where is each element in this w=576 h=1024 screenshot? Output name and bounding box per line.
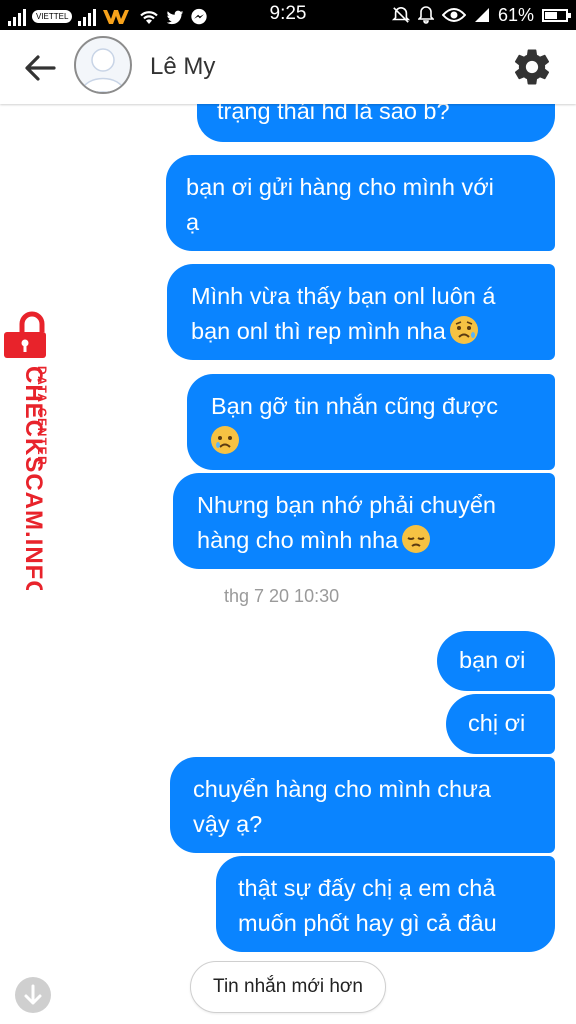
message-bubble[interactable]: Bạn gỡ tin nhắn cũng được bbox=[187, 374, 555, 470]
message-text: Nhưng bạn nhớ phải chuyển hàng cho mình … bbox=[197, 492, 496, 553]
alarm-off-icon bbox=[391, 6, 410, 23]
arrow-down-icon bbox=[24, 984, 42, 1005]
message-text: bạn ơi gửi hàng cho mình với ạ bbox=[186, 174, 494, 235]
message-bubble[interactable]: chuyển hàng cho mình chưa vậy ạ? bbox=[170, 757, 555, 853]
message-text: thật sự đấy chị ạ em chả muốn phốt hay g… bbox=[238, 875, 497, 936]
watermark: CHECKSCAM.INFO DATA CENTER bbox=[0, 310, 64, 590]
gear-icon bbox=[514, 49, 550, 85]
battery-icon bbox=[542, 8, 571, 22]
pensive-face-icon bbox=[402, 525, 431, 553]
watermark-line1: DATA CENTER bbox=[35, 366, 49, 466]
battery-fill bbox=[545, 11, 557, 19]
eye-icon bbox=[441, 8, 466, 22]
battery-percent: 61% bbox=[497, 4, 534, 25]
scroll-down-button[interactable] bbox=[15, 977, 51, 1013]
message-text: chuyển hàng cho mình chưa vậy ạ? bbox=[193, 776, 491, 837]
default-avatar-icon bbox=[81, 48, 125, 92]
crying-face-icon bbox=[211, 426, 239, 454]
lock-icon bbox=[4, 311, 46, 358]
newer-messages-button[interactable]: Tin nhắn mới hơn bbox=[190, 961, 386, 1013]
message-bubble[interactable]: chị ơi bbox=[446, 694, 555, 754]
message-text: bạn ơi bbox=[459, 647, 526, 673]
message-bubble[interactable]: bạn ơi bbox=[437, 631, 555, 691]
avatar[interactable] bbox=[74, 36, 132, 94]
message-bubble[interactable]: Nhưng bạn nhớ phải chuyển hàng cho mình … bbox=[173, 473, 555, 569]
bell-icon bbox=[417, 6, 434, 24]
message-text: Bạn gỡ tin nhắn cũng được bbox=[211, 393, 498, 419]
network-icon bbox=[474, 8, 489, 22]
settings-button[interactable] bbox=[511, 46, 553, 88]
back-button[interactable] bbox=[20, 48, 60, 88]
watermark-text: CHECKSCAM.INFO DATA CENTER bbox=[20, 366, 49, 590]
message-bubble[interactable]: bạn ơi gửi hàng cho mình với ạ bbox=[166, 155, 555, 251]
message-text: chị ơi bbox=[468, 710, 526, 736]
message-bubble[interactable]: thật sự đấy chị ạ em chả muốn phốt hay g… bbox=[216, 856, 555, 952]
sad-relieved-face-icon bbox=[449, 316, 478, 344]
status-bar: VIETTEL 9:25 61% bbox=[0, 0, 576, 30]
arrow-left-icon bbox=[25, 55, 56, 81]
status-right-icons: 61% bbox=[391, 3, 571, 27]
contact-name[interactable]: Lê My bbox=[150, 53, 215, 81]
conversation-header: Lê My bbox=[0, 30, 576, 104]
message-bubble[interactable]: Mình vừa thấy bạn onl luôn á bạn onl thì… bbox=[167, 264, 555, 360]
